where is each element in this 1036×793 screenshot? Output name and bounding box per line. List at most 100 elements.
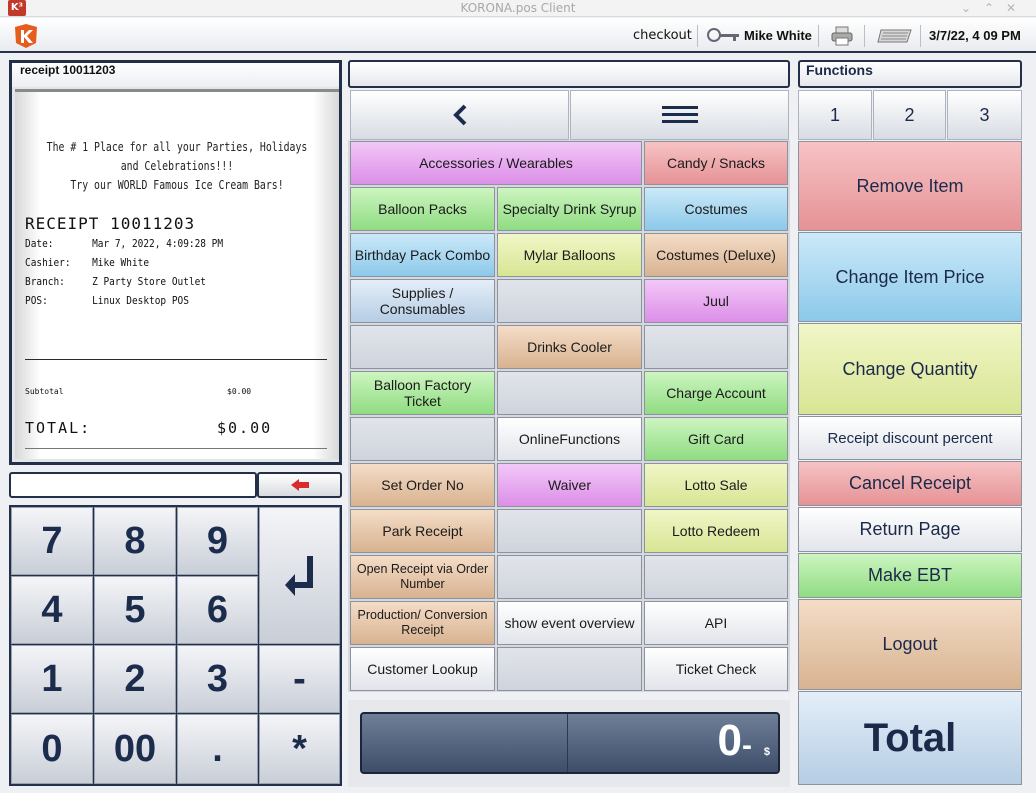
chevron-left-icon <box>452 104 466 126</box>
product-mylar-balloons[interactable]: Mylar Balloons <box>497 233 642 277</box>
receipt-field-date: Date: Mar 7, 2022, 4:09:28 PM <box>25 237 223 250</box>
product-accessories-wearables[interactable]: Accessories / Wearables <box>350 141 642 185</box>
display-divider <box>567 714 568 772</box>
amount-display-area: 0- $ <box>348 700 790 787</box>
window-title: KORONA.pos Client <box>460 1 576 15</box>
field-value: Linux Desktop POS <box>92 294 189 307</box>
receipt-panel: receipt 10011203 The # 1 Place for all y… <box>9 60 342 465</box>
header-datetime: 3/7/22, 4 09 PM <box>929 28 1021 43</box>
minimize-icon[interactable]: ⌄ <box>958 0 974 16</box>
function-page-2[interactable]: 2 <box>873 90 946 140</box>
field-key: Date: <box>25 237 54 250</box>
product-birthday-pack-combo[interactable]: Birthday Pack Combo <box>350 233 495 277</box>
receipt-paper[interactable]: The # 1 Place for all your Parties, Holi… <box>15 89 339 459</box>
maximize-icon[interactable]: ⌃ <box>981 0 997 16</box>
key-4[interactable]: 4 <box>11 576 93 644</box>
product-open-receipt-via-order-number[interactable]: Open Receipt via Order Number <box>350 555 495 599</box>
product-button-grid: Accessories / Wearables Candy / Snacks B… <box>348 140 790 692</box>
numeric-keypad: 7 8 9 4 5 6 1 2 3 - 0 00 . * <box>9 505 342 786</box>
total-value: $0.00 <box>217 419 273 437</box>
product-costumes[interactable]: Costumes <box>644 187 788 231</box>
product-set-order-no[interactable]: Set Order No <box>350 463 495 507</box>
key-5[interactable]: 5 <box>94 576 176 644</box>
empty-slot <box>497 509 642 553</box>
product-drinks-cooler[interactable]: Drinks Cooler <box>497 325 642 369</box>
key-8[interactable]: 8 <box>94 507 176 575</box>
empty-slot <box>644 325 788 369</box>
product-lotto-redeem[interactable]: Lotto Redeem <box>644 509 788 553</box>
return-page-button[interactable]: Return Page <box>798 507 1022 552</box>
key-7[interactable]: 7 <box>11 507 93 575</box>
receipt-discount-percent-button[interactable]: Receipt discount percent <box>798 416 1022 460</box>
remove-item-button[interactable]: Remove Item <box>798 141 1022 231</box>
product-customer-lookup[interactable]: Customer Lookup <box>350 647 495 691</box>
product-balloon-factory-ticket[interactable]: Balloon Factory Ticket <box>350 371 495 415</box>
key-multiply[interactable]: * <box>259 714 340 784</box>
product-lotto-sale[interactable]: Lotto Sale <box>644 463 788 507</box>
product-waiver[interactable]: Waiver <box>497 463 642 507</box>
function-page-3[interactable]: 3 <box>947 90 1022 140</box>
field-value: Mike White <box>92 256 150 269</box>
receipt-field-branch: Branch: Z Party Store Outlet <box>25 275 206 288</box>
header-divider <box>864 25 865 47</box>
receipt-title: receipt 10011203 <box>12 63 339 87</box>
functions-title: Functions <box>798 60 1022 88</box>
product-juul[interactable]: Juul <box>644 279 788 323</box>
display-amount: 0- <box>718 716 752 766</box>
display-currency: $ <box>763 746 770 758</box>
key-00[interactable]: 00 <box>94 714 176 784</box>
field-key: Branch: <box>25 275 65 288</box>
header-divider <box>818 25 819 47</box>
logout-button[interactable]: Logout <box>798 599 1022 690</box>
key-2[interactable]: 2 <box>94 645 176 713</box>
product-charge-account[interactable]: Charge Account <box>644 371 788 415</box>
key-0[interactable]: 0 <box>11 714 93 784</box>
printer-icon[interactable] <box>830 26 854 46</box>
product-group-breadcrumb <box>348 60 790 88</box>
subtotal-label: Subtotal <box>25 387 64 396</box>
amount-display: 0- $ <box>360 712 780 774</box>
backspace-arrow-icon <box>290 479 309 491</box>
function-page-1[interactable]: 1 <box>798 90 872 140</box>
change-item-price-button[interactable]: Change Item Price <box>798 232 1022 322</box>
product-online-functions[interactable]: OnlineFunctions <box>497 417 642 461</box>
product-ticket-check[interactable]: Ticket Check <box>644 647 788 691</box>
product-park-receipt[interactable]: Park Receipt <box>350 509 495 553</box>
backspace-button[interactable] <box>257 472 342 498</box>
product-costumes-deluxe[interactable]: Costumes (Deluxe) <box>644 233 788 277</box>
receipt-promo-line: and Celebrations!!! <box>120 159 234 173</box>
empty-slot <box>497 371 642 415</box>
make-ebt-button[interactable]: Make EBT <box>798 553 1022 598</box>
keyboard-icon[interactable] <box>877 28 913 44</box>
product-balloon-packs[interactable]: Balloon Packs <box>350 187 495 231</box>
amount-entry-field[interactable] <box>9 472 257 498</box>
product-api[interactable]: API <box>644 601 788 645</box>
product-production-conversion-receipt[interactable]: Production/ Conversion Receipt <box>350 601 495 645</box>
key-9[interactable]: 9 <box>177 507 258 575</box>
key-6[interactable]: 6 <box>177 576 258 644</box>
user-key-icon[interactable] <box>706 28 742 44</box>
key-3[interactable]: 3 <box>177 645 258 713</box>
close-icon[interactable]: ✕ <box>1003 0 1019 16</box>
cancel-receipt-button[interactable]: Cancel Receipt <box>798 461 1022 506</box>
key-decimal[interactable]: . <box>177 714 258 784</box>
product-specialty-drink-syrup[interactable]: Specialty Drink Syrup <box>497 187 642 231</box>
app-header: checkout Mike White 3/7/22, 4 09 PM <box>0 18 1036 53</box>
enter-key[interactable] <box>259 507 340 644</box>
menu-button[interactable] <box>570 90 789 140</box>
key-minus[interactable]: - <box>259 645 340 713</box>
receipt-divider <box>25 359 327 360</box>
cashier-name[interactable]: Mike White <box>744 18 812 53</box>
back-nav-button[interactable] <box>350 90 569 140</box>
product-supplies-consumables[interactable]: Supplies / Consumables <box>350 279 495 323</box>
korona-logo-icon <box>15 24 37 48</box>
product-gift-card[interactable]: Gift Card <box>644 417 788 461</box>
total-button[interactable]: Total <box>798 691 1022 785</box>
product-show-event-overview[interactable]: show event overview <box>497 601 642 645</box>
empty-slot <box>644 555 788 599</box>
receipt-field-cashier: Cashier: Mike White <box>25 256 149 269</box>
product-candy-snacks[interactable]: Candy / Snacks <box>644 141 788 185</box>
key-1[interactable]: 1 <box>11 645 93 713</box>
empty-slot <box>350 417 495 461</box>
change-quantity-button[interactable]: Change Quantity <box>798 323 1022 415</box>
